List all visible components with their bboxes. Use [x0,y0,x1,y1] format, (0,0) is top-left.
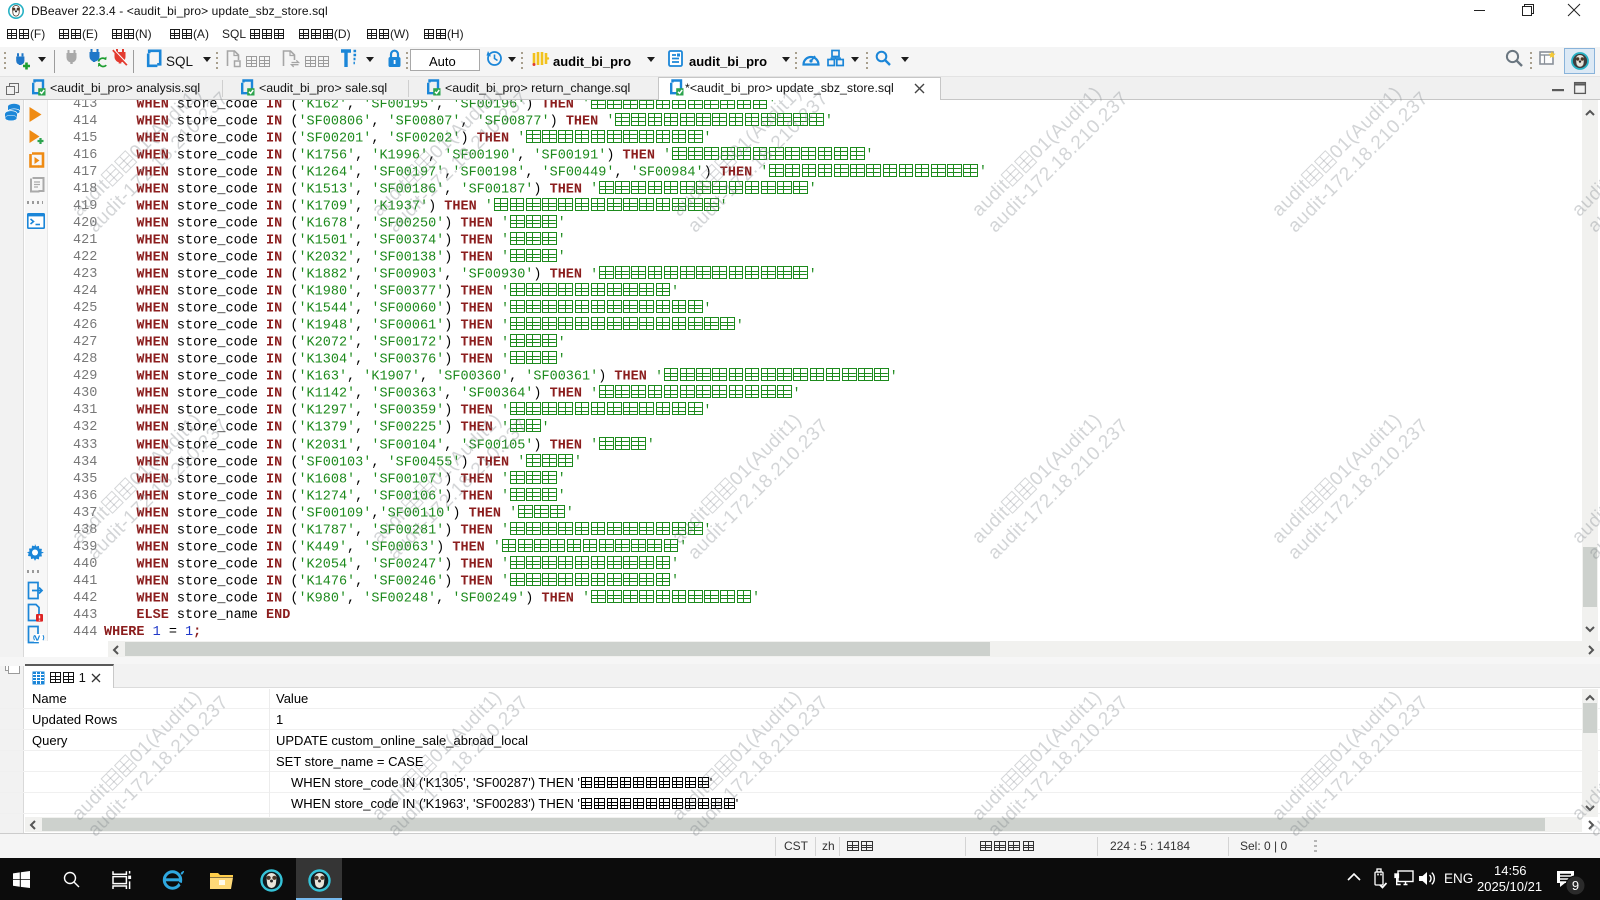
svg-text:9: 9 [1572,878,1579,893]
